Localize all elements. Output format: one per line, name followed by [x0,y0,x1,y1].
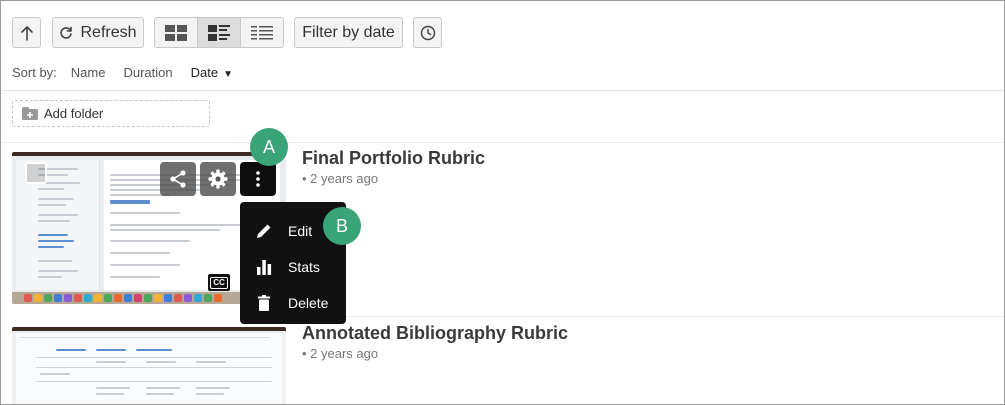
refresh-button[interactable]: Refresh [52,17,144,48]
thumbnail-bezel [12,327,286,331]
up-button[interactable] [12,17,41,48]
sort-by-label: Sort by: [12,65,57,80]
folder-plus-icon [22,107,38,120]
divider [2,90,1004,91]
share-button[interactable] [160,162,196,196]
arrow-up-icon [20,25,33,41]
compact-list-view-button[interactable] [241,18,283,47]
divider [301,316,1004,317]
closed-captions-badge: CC [208,274,230,291]
compact-list-view-icon [251,25,273,39]
menu-item-stats-label: Stats [288,259,320,275]
media-title[interactable]: Final Portfolio Rubric [302,148,485,169]
sort-option-date-label: Date [190,65,219,80]
menu-item-stats[interactable]: Stats [240,249,346,285]
menu-item-delete-label: Delete [288,295,329,311]
media-age-text: 2 years ago [310,171,379,186]
thumbnail-content [16,333,282,404]
add-folder-button[interactable]: Add folder [12,100,210,127]
divider [2,142,1004,143]
media-age: • 2 years ago [302,171,379,186]
media-library-panel: Refresh Filter by date Sort by: Name Dur… [0,0,1005,405]
menu-item-edit-label: Edit [288,223,313,239]
view-mode-group [154,17,284,48]
detailed-list-view-button[interactable] [198,18,241,47]
gear-icon [208,169,228,189]
media-age-text: 2 years ago [310,346,379,361]
detailed-list-view-icon [208,24,230,41]
sort-option-duration[interactable]: Duration [123,65,172,80]
refresh-label: Refresh [80,23,137,41]
menu-item-delete[interactable]: Delete [240,285,346,321]
share-icon [170,170,186,188]
media-title[interactable]: Annotated Bibliography Rubric [302,323,568,344]
cc-label: CC [210,276,228,289]
sort-bar: Sort by: Name Duration Date ▼ [12,65,251,80]
filter-by-date-button[interactable]: Filter by date [294,17,403,48]
pencil-icon [254,222,274,240]
filter-by-date-label: Filter by date [302,23,395,41]
recent-button[interactable] [413,17,442,48]
settings-button[interactable] [200,162,236,196]
callout-a: A [250,128,288,166]
trash-icon [254,294,274,312]
sort-option-name[interactable]: Name [71,65,106,80]
more-vertical-icon [256,171,260,187]
media-thumbnail[interactable] [12,327,286,404]
callout-b: B [323,207,361,245]
grid-view-icon [165,24,187,41]
sort-option-date[interactable]: Date ▼ [191,65,233,80]
bar-chart-icon [254,258,274,276]
add-folder-label: Add folder [44,106,104,121]
grid-view-button[interactable] [155,18,198,47]
refresh-icon [60,26,73,39]
caret-down-icon: ▼ [223,69,233,80]
select-checkbox[interactable] [25,162,47,184]
more-options-button[interactable] [240,162,276,196]
thumbnail-bezel [12,152,286,156]
clock-icon [420,25,435,40]
media-age: • 2 years ago [302,346,379,361]
